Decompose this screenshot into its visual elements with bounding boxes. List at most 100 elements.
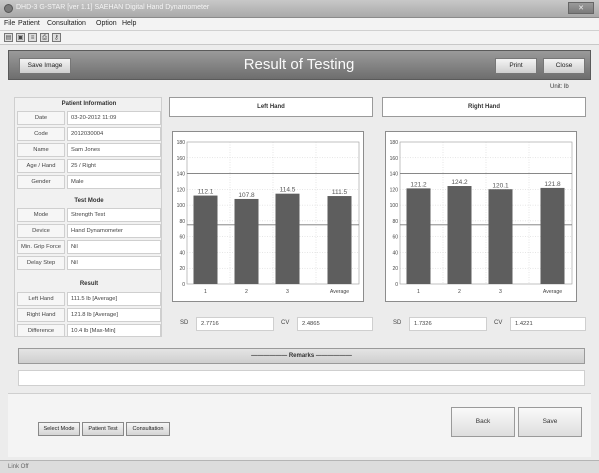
- right-cv-value: 1.4221: [510, 317, 586, 331]
- list-icon[interactable]: ≡: [28, 33, 37, 42]
- x-tick-label: 3: [286, 289, 289, 295]
- bar-value-label: 121.8: [544, 181, 561, 188]
- menu-option[interactable]: Option: [96, 20, 117, 27]
- device-value: Hand Dynamometer: [67, 224, 161, 238]
- y-tick-label: 160: [177, 156, 186, 162]
- mode-value: Strength Test: [67, 208, 161, 222]
- menu-patient[interactable]: Patient: [18, 20, 40, 27]
- difference-value: 10.4 lb [Max-Min]: [67, 324, 161, 337]
- code-label: Code: [17, 127, 65, 141]
- x-tick-label: Average: [543, 289, 562, 295]
- x-tick-label: 3: [499, 289, 502, 295]
- y-tick-label: 180: [177, 140, 186, 146]
- y-tick-label: 60: [179, 235, 185, 241]
- left-hand-chart-svg: 0 20 40 60 80 100 120 140 160 180 112.1 1 107.8 2 114.…: [177, 140, 360, 295]
- consultation-button[interactable]: Consultation: [126, 422, 170, 436]
- bar: [327, 196, 352, 284]
- unit-label: Unit: lb: [550, 84, 569, 90]
- menu-help[interactable]: Help: [122, 20, 136, 27]
- left-sd-label: SD: [180, 320, 189, 326]
- page-title: Result of Testing: [243, 56, 355, 73]
- menu-bar: File Patient Consultation Option Help: [0, 18, 599, 31]
- y-tick-label: 140: [177, 172, 186, 178]
- print-button[interactable]: Print: [495, 58, 537, 74]
- y-tick-label: 40: [392, 250, 398, 256]
- remarks-header: —————— Remarks ——————: [18, 348, 585, 364]
- y-tick-label: 80: [179, 219, 185, 225]
- bar-value-label: 112.1: [198, 189, 214, 196]
- new-icon[interactable]: ▤: [4, 33, 13, 42]
- bar: [447, 186, 472, 284]
- y-tick-label: 120: [177, 187, 186, 193]
- x-tick-label: 1: [204, 289, 207, 295]
- left-hand-result-label: Left Hand: [17, 292, 65, 306]
- mode-label: Mode: [17, 208, 65, 222]
- y-tick-label: 0: [395, 282, 398, 288]
- bar: [540, 187, 565, 284]
- bar: [406, 188, 431, 284]
- y-tick-label: 120: [390, 187, 399, 193]
- age-hand-value: 25 / Right: [67, 159, 161, 173]
- bar-value-label: 107.8: [238, 192, 255, 199]
- right-hand-title: Right Hand: [382, 97, 586, 117]
- test-mode-heading: Test Mode: [74, 198, 104, 204]
- right-sd-label: SD: [393, 320, 402, 326]
- y-tick-label: 40: [179, 250, 185, 256]
- menu-file[interactable]: File: [4, 20, 15, 27]
- gender-label: Gender: [17, 175, 65, 189]
- date-value: 03-20-2012 11:09: [67, 111, 161, 125]
- y-tick-label: 20: [179, 266, 185, 272]
- x-tick-label: 2: [458, 289, 461, 295]
- bar-value-label: 111.5: [332, 189, 348, 196]
- min-grip-force-value: Nil: [67, 240, 161, 254]
- delay-step-label: Delay Step: [17, 256, 65, 270]
- menu-consultation[interactable]: Consultation: [47, 20, 86, 27]
- y-tick-label: 20: [392, 266, 398, 272]
- remarks-label: Remarks: [288, 353, 315, 359]
- right-hand-chart: 0 20 40 60 80 100 120 140 160 180 121.2 1 124.2 2 120.…: [385, 131, 577, 302]
- y-tick-label: 0: [182, 282, 185, 288]
- right-sd-value: 1.7326: [409, 317, 487, 331]
- right-hand-chart-svg: 0 20 40 60 80 100 120 140 160 180 121.2 1 124.2 2 120.…: [390, 140, 573, 295]
- name-label: Name: [17, 143, 65, 157]
- left-hand-title: Left Hand: [169, 97, 373, 117]
- y-tick-label: 100: [177, 203, 186, 209]
- name-value: Sam Jones: [67, 143, 161, 157]
- x-tick-label: Average: [330, 289, 349, 295]
- date-label: Date: [17, 111, 65, 125]
- info-panel: Patient Information Date 03-20-2012 11:0…: [14, 97, 162, 337]
- save-icon[interactable]: ▣: [16, 33, 25, 42]
- code-value: 2012030004: [67, 127, 161, 141]
- window-close-button[interactable]: ✕: [568, 2, 594, 14]
- x-tick-label: 1: [417, 289, 420, 295]
- bar-value-label: 120.1: [492, 182, 509, 189]
- x-tick-label: 2: [245, 289, 248, 295]
- print-icon[interactable]: ⎙: [40, 33, 49, 42]
- bar: [275, 193, 300, 284]
- device-label: Device: [17, 224, 65, 238]
- left-cv-label: CV: [281, 320, 290, 326]
- close-button[interactable]: Close: [543, 58, 585, 74]
- remarks-input[interactable]: [18, 370, 585, 386]
- gender-value: Male: [67, 175, 161, 189]
- right-hand-result-label: Right Hand: [17, 308, 65, 322]
- patient-info-heading: Patient Information: [61, 101, 117, 107]
- save-button[interactable]: Save: [518, 407, 582, 437]
- window-title: DHD-3 G-STAR [ver 1.1] SAEHAN Digital Ha…: [16, 4, 210, 11]
- left-hand-result-value: 111.5 lb [Average]: [67, 292, 161, 306]
- bar: [193, 195, 218, 284]
- y-tick-label: 60: [392, 235, 398, 241]
- key-icon[interactable]: ⚷: [52, 33, 61, 42]
- back-button[interactable]: Back: [451, 407, 515, 437]
- bar-value-label: 121.2: [410, 181, 427, 188]
- min-grip-force-label: Min. Grip Force: [17, 240, 65, 254]
- right-hand-result-value: 121.8 lb [Average]: [67, 308, 161, 322]
- select-mode-button[interactable]: Select Mode: [38, 422, 80, 436]
- patient-test-button[interactable]: Patient Test: [82, 422, 124, 436]
- y-tick-label: 100: [390, 203, 399, 209]
- save-image-button[interactable]: Save Image: [19, 58, 71, 74]
- bar: [234, 198, 259, 284]
- right-cv-label: CV: [494, 320, 503, 326]
- bar-value-label: 124.2: [451, 179, 468, 186]
- y-tick-label: 160: [390, 156, 399, 162]
